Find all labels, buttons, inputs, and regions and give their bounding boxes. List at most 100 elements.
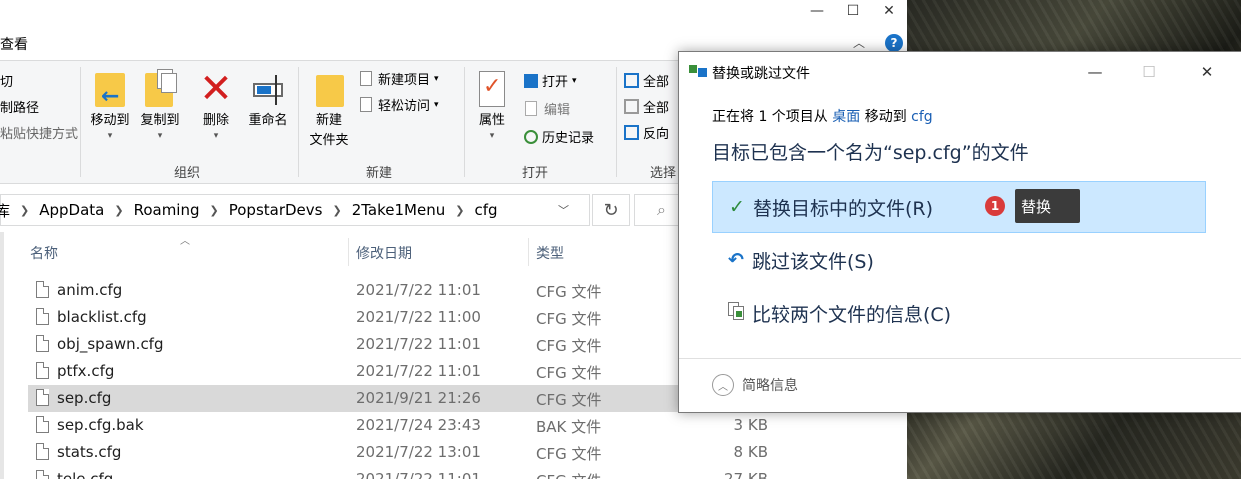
new-item-button[interactable]: 新建项目 ▾ [358,69,439,88]
transfer-description: 正在将 1 个项目从 桌面 移动到 cfg [712,106,933,126]
tooltip: 替换 [1015,189,1080,223]
edit-icon [524,100,540,117]
file-date: 2021/7/22 13:01 [356,443,481,461]
invert-selection-icon [624,125,639,140]
refresh-button[interactable]: ↻ [592,194,630,226]
properties-label: 属性 [478,113,505,128]
tab-view[interactable]: 查看 [0,34,28,54]
file-name: sep.cfg.bak [57,416,144,434]
replace-or-skip-dialog: 替换或跳过文件 — ☐ ✕ 正在将 1 个项目从 桌面 移动到 cfg 目标已包… [678,51,1241,413]
new-folder-button[interactable]: 新建 文件夹 [304,69,354,151]
address-bar[interactable]: 库 ❯ AppData ❯ Roaming ❯ PopstarDevs ❯ 2T… [0,194,590,226]
file-row[interactable]: tele.cfg 2021/7/22 11:01 CFG 文件 27 KB [28,466,907,479]
invert-selection-button[interactable]: 反向 [624,123,669,142]
close-button[interactable]: ✕ [871,0,907,22]
column-header-type[interactable]: 类型 [536,243,564,263]
minimize-button[interactable]: — [799,0,835,22]
skip-option[interactable]: ↶ 跳过该文件(S) [712,234,1206,286]
dialog-minimize-button[interactable]: — [1072,60,1118,84]
delete-button[interactable]: ✕ 删除 ▾ [196,69,236,141]
ribbon-cut[interactable]: 切 [0,71,13,90]
select-none-icon [624,99,639,114]
file-name: obj_spawn.cfg [57,335,164,353]
open-button[interactable]: 打开 ▾ [524,71,577,90]
refresh-icon: ↻ [603,199,619,221]
chevron-right-icon: ❯ [114,203,124,217]
file-icon [36,416,49,433]
skip-icon: ↶ [728,249,744,271]
file-icon [36,443,49,460]
file-type: CFG 文件 [536,337,602,355]
properties-button[interactable]: ✓ 属性 ▾ [470,69,514,141]
edit-button[interactable]: 编辑 [524,99,570,118]
group-label-organize: 组织 [174,166,201,181]
group-label-select: 选择 [650,166,677,181]
chevron-right-icon: ❯ [209,203,219,217]
easy-access-button[interactable]: 轻松访问 ▾ [358,95,439,114]
breadcrumb-appdata[interactable]: AppData [39,201,104,219]
search-icon: ⌕ [657,200,666,219]
breadcrumb-cfg[interactable]: cfg [474,201,497,219]
file-name: ptfx.cfg [57,362,115,380]
source-link[interactable]: 桌面 [832,109,860,125]
breadcrumb-library[interactable]: 库 [0,200,10,221]
file-type: CFG 文件 [536,364,602,382]
delete-icon: ✕ [199,66,233,112]
maximize-button[interactable]: ☐ [835,0,871,22]
file-icon [36,308,49,325]
breadcrumb-roaming[interactable]: Roaming [134,201,200,219]
replace-option[interactable]: ✓ 替换目标中的文件(R) 1 替换 [712,181,1206,233]
select-all-button[interactable]: 全部 [624,71,669,90]
ribbon-copy-path[interactable]: 制路径 [0,97,39,116]
file-row[interactable]: stats.cfg 2021/7/22 13:01 CFG 文件 8 KB [28,439,907,466]
easy-access-icon [358,96,374,113]
transfer-prefix: 正在将 1 个项目从 [712,109,833,125]
chevron-right-icon: ❯ [332,203,342,217]
fewer-details-toggle[interactable]: ︿ 简略信息 [712,374,798,396]
move-to-button[interactable]: ← 移动到 ▾ [86,69,134,141]
dialog-close-button[interactable]: ✕ [1184,60,1230,84]
easy-access-label: 轻松访问 [378,99,431,114]
edit-label: 编辑 [544,103,571,118]
destination-link[interactable]: cfg [911,109,933,125]
file-type: CFG 文件 [536,283,602,301]
dialog-maximize-button: ☐ [1142,63,1156,81]
file-icon [36,470,49,479]
file-name: tele.cfg [57,470,114,479]
select-all-icon [624,73,639,88]
chevron-down-icon[interactable]: ﹀ [558,202,569,218]
properties-icon: ✓ [475,69,509,109]
copy-to-button[interactable]: 复制到 ▾ [136,69,184,141]
rename-label: 重命名 [248,113,288,128]
ribbon-collapse-icon[interactable]: ︿ [853,34,865,51]
move-to-icon: ← [93,69,127,109]
file-date: 2021/7/22 11:01 [356,335,481,353]
file-icon [36,389,49,406]
navigation-pane-edge [0,232,4,479]
history-icon [524,129,538,144]
file-row[interactable]: sep.cfg.bak 2021/7/24 23:43 BAK 文件 3 KB [28,412,907,439]
chevron-down-icon: ▾ [157,131,163,141]
rename-button[interactable]: 重命名 [244,69,292,131]
breadcrumb-popstardevs[interactable]: PopstarDevs [229,201,323,219]
history-button[interactable]: 历史记录 [524,127,594,146]
select-none-button[interactable]: 全部 [624,97,669,116]
file-date: 2021/7/24 23:43 [356,416,481,434]
breadcrumb-2take1menu[interactable]: 2Take1Menu [352,201,446,219]
new-folder-icon [312,69,346,109]
ribbon-paste-shortcut[interactable]: 粘贴快捷方式 [0,123,78,142]
dialog-title: 替换或跳过文件 [712,66,810,82]
compare-option[interactable]: 比较两个文件的信息(C) [712,287,1206,339]
chevron-down-icon: ▾ [434,99,439,110]
chevron-down-icon: ▾ [572,75,577,86]
window-controls: — ☐ ✕ [799,0,907,22]
conflict-heading: 目标已包含一个名为“sep.cfg”的文件 [712,142,1029,164]
file-date: 2021/7/22 11:01 [356,470,481,479]
column-header-name[interactable]: 名称 [30,243,58,263]
group-label-new: 新建 [366,166,393,181]
column-header-modified[interactable]: 修改日期 [356,243,412,263]
file-type: BAK 文件 [536,418,602,436]
help-icon[interactable]: ? [885,34,903,52]
file-icon [36,281,49,298]
open-icon [524,73,538,88]
